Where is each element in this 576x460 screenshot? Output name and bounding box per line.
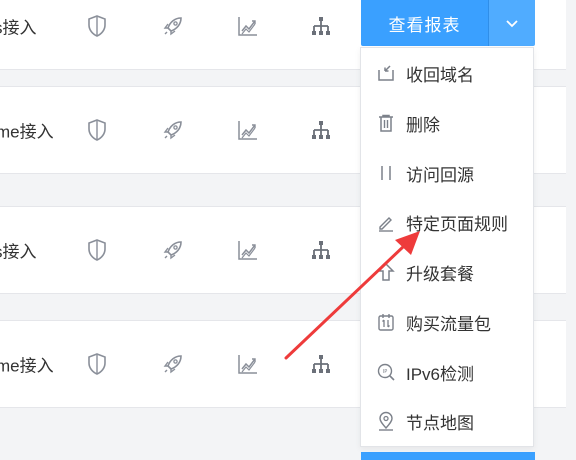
menu-item-label: 删除 xyxy=(406,115,440,135)
next-row-report-button[interactable] xyxy=(361,452,535,460)
ipv6-search-icon: IP xyxy=(375,361,397,383)
menu-item-label: IPv6检测 xyxy=(406,364,475,384)
trend-chart-icon[interactable] xyxy=(235,117,261,143)
report-dropdown-toggle[interactable] xyxy=(489,0,535,46)
trash-icon xyxy=(375,112,397,134)
menu-item-reclaim-domain[interactable]: 收回域名 xyxy=(361,53,533,93)
shield-icon[interactable] xyxy=(84,13,110,39)
more-actions-dropdown: 收回域名 删除 访问回源 特定页面规则 升级套餐 购买流量包 IP IPv6检测… xyxy=(360,47,534,447)
trend-chart-icon[interactable] xyxy=(235,13,261,39)
location-pin-icon xyxy=(375,410,397,432)
view-report-button[interactable]: 查看报表 xyxy=(361,0,489,46)
menu-item-node-map[interactable]: 节点地图 xyxy=(361,401,533,441)
rocket-icon[interactable] xyxy=(160,13,186,39)
node-tree-icon[interactable] xyxy=(308,13,334,39)
access-type-label: me接入 xyxy=(0,122,54,142)
view-report-split-button: 查看报表 xyxy=(361,0,535,46)
menu-item-buy-traffic[interactable]: 购买流量包 xyxy=(361,302,533,342)
access-type-label: s接入 xyxy=(0,242,37,262)
rocket-icon[interactable] xyxy=(160,237,186,263)
menu-item-page-rules[interactable]: 特定页面规则 xyxy=(361,202,533,242)
traffic-package-icon xyxy=(375,311,397,333)
shield-icon[interactable] xyxy=(84,117,110,143)
shield-icon[interactable] xyxy=(84,237,110,263)
menu-item-label: 收回域名 xyxy=(406,65,474,85)
node-tree-icon[interactable] xyxy=(308,237,334,263)
shield-icon[interactable] xyxy=(84,351,110,377)
access-type-label: s接入 xyxy=(0,18,37,38)
node-tree-icon[interactable] xyxy=(308,351,334,377)
menu-item-ipv6-check[interactable]: IP IPv6检测 xyxy=(361,352,533,392)
rocket-icon[interactable] xyxy=(160,351,186,377)
chevron-down-icon xyxy=(506,20,518,28)
menu-item-delete[interactable]: 删除 xyxy=(361,103,533,143)
pencil-icon xyxy=(375,211,397,233)
menu-item-label: 升级套餐 xyxy=(406,264,474,284)
access-type-label: me接入 xyxy=(0,356,54,376)
rocket-icon[interactable] xyxy=(160,117,186,143)
trend-chart-icon[interactable] xyxy=(235,237,261,263)
reclaim-icon xyxy=(375,62,397,84)
menu-item-label: 特定页面规则 xyxy=(406,214,508,234)
menu-item-label: 节点地图 xyxy=(406,413,474,433)
upgrade-arrow-icon xyxy=(375,261,397,283)
menu-item-origin-access[interactable]: 访问回源 xyxy=(361,153,533,193)
node-tree-icon[interactable] xyxy=(308,117,334,143)
origin-icon xyxy=(375,162,397,184)
menu-item-label: 访问回源 xyxy=(406,165,474,185)
menu-item-upgrade-plan[interactable]: 升级套餐 xyxy=(361,252,533,292)
trend-chart-icon[interactable] xyxy=(235,351,261,377)
svg-text:IP: IP xyxy=(383,369,388,375)
menu-item-label: 购买流量包 xyxy=(406,314,491,334)
